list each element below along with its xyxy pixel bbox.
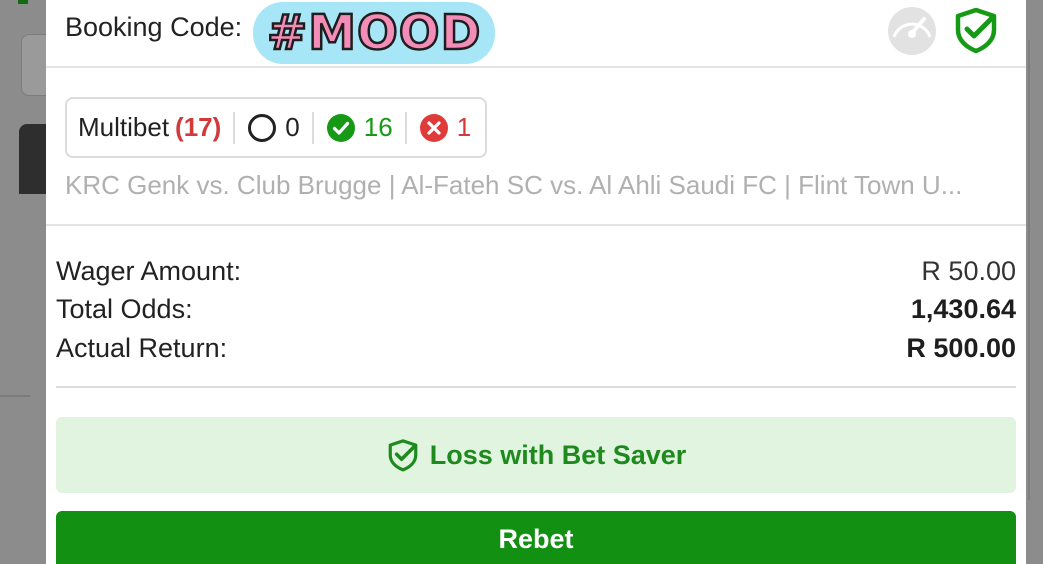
multibet-chip: Multibet (17) bbox=[78, 99, 221, 156]
booking-code-value[interactable]: #MOOD bbox=[253, 2, 496, 64]
chip-divider bbox=[233, 111, 236, 144]
pending-count: 0 bbox=[285, 112, 300, 142]
bet-outcome-summary: Multibet (17) 0 16 1 bbox=[65, 97, 488, 158]
wager-value: R 50.00 bbox=[921, 255, 1016, 286]
selection-count: (17) bbox=[175, 112, 222, 142]
background-card bbox=[21, 34, 49, 96]
bet-summary: Wager Amount: R 50.00 Total Odds: 1,430.… bbox=[56, 252, 1016, 368]
shield-check-icon bbox=[388, 439, 418, 472]
odds-label: Total Odds: bbox=[56, 294, 193, 325]
bet-details-modal: Booking Code: #MOOD Multibet (17) 0 16 1… bbox=[46, 0, 1026, 564]
lost-chip: 1 bbox=[419, 99, 471, 156]
booking-code-label: Booking Code: bbox=[65, 12, 243, 42]
return-value: R 500.00 bbox=[906, 332, 1016, 363]
odds-value: 1,430.64 bbox=[910, 294, 1016, 325]
shield-check-icon[interactable] bbox=[952, 6, 1000, 54]
wager-row: Wager Amount: R 50.00 bbox=[56, 252, 1016, 291]
check-circle-icon bbox=[326, 113, 355, 142]
bet-type-label: Multibet bbox=[78, 112, 170, 142]
won-count: 16 bbox=[363, 112, 393, 142]
return-row: Actual Return: R 500.00 bbox=[56, 329, 1016, 368]
won-chip: 16 bbox=[326, 99, 393, 156]
bet-saver-label: Loss with Bet Saver bbox=[429, 439, 687, 470]
lost-count: 1 bbox=[456, 112, 472, 142]
x-circle-icon bbox=[419, 113, 448, 142]
background-divider-right bbox=[1028, 40, 1030, 500]
chip-divider bbox=[404, 111, 407, 144]
wager-label: Wager Amount: bbox=[56, 255, 242, 286]
background-card-dark bbox=[19, 124, 49, 194]
chip-divider bbox=[311, 111, 314, 144]
selections-section: Multibet (17) 0 16 1 KRC Genk vs. Club B… bbox=[46, 70, 1026, 226]
summary-divider bbox=[56, 386, 1016, 388]
bet-saver-status: Loss with Bet Saver bbox=[56, 417, 1016, 493]
return-label: Actual Return: bbox=[56, 332, 228, 363]
bet-header: Booking Code: #MOOD bbox=[46, 0, 1026, 68]
pending-circle-icon bbox=[248, 113, 277, 142]
background-divider bbox=[0, 395, 30, 397]
pending-chip: 0 bbox=[247, 99, 300, 156]
speedometer-icon[interactable] bbox=[884, 4, 940, 56]
match-list[interactable]: KRC Genk vs. Club Brugge | Al-Fateh SC v… bbox=[65, 170, 1010, 201]
odds-row: Total Odds: 1,430.64 bbox=[56, 291, 1016, 330]
background-accent bbox=[18, 0, 28, 4]
rebet-button[interactable]: Rebet bbox=[56, 511, 1016, 564]
